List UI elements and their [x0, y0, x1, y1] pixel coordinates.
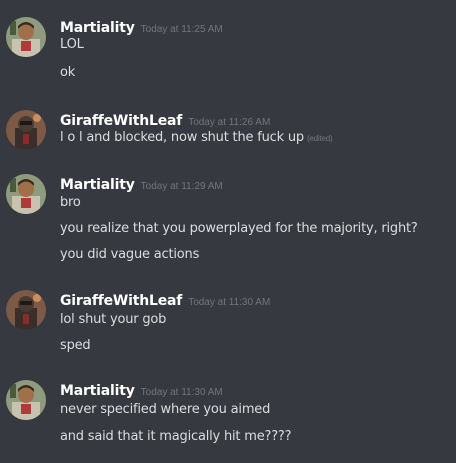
username[interactable]: Martiality: [60, 20, 135, 36]
timestamp[interactable]: Today at 11:29 AM: [141, 181, 223, 192]
giraffewithleaf-avatar-icon: [6, 290, 46, 330]
username[interactable]: Martiality: [60, 383, 135, 399]
timestamp[interactable]: Today at 11:30 AM: [188, 297, 270, 308]
username[interactable]: GiraffeWithLeaf: [60, 113, 182, 129]
user-avatar[interactable]: [6, 290, 46, 330]
user-avatar[interactable]: [6, 110, 46, 150]
user-avatar[interactable]: [6, 174, 46, 214]
message-text: lol shut your gob: [60, 312, 167, 327]
martiality-avatar-icon: [6, 17, 46, 57]
username[interactable]: GiraffeWithLeaf: [60, 293, 182, 309]
giraffewithleaf-avatar-icon: [6, 110, 46, 150]
timestamp[interactable]: Today at 11:25 AM: [141, 24, 223, 35]
username[interactable]: Martiality: [60, 177, 135, 193]
timestamp[interactable]: Today at 11:30 AM: [141, 387, 223, 398]
message-text: LOL: [60, 37, 84, 52]
message-text: never specified where you aimed: [60, 402, 271, 417]
message-content: l o l and blocked, now shut the fuck up: [60, 130, 304, 145]
message-text: and said that it magically hit me????: [60, 429, 292, 444]
martiality-avatar-icon: [6, 174, 46, 214]
message-text: l o l and blocked, now shut the fuck up(…: [60, 130, 333, 145]
user-avatar[interactable]: [6, 380, 46, 420]
message-text: bro: [60, 195, 81, 210]
message-text: ok: [60, 65, 76, 80]
message-text: sped: [60, 338, 91, 353]
user-avatar[interactable]: [6, 17, 46, 57]
timestamp[interactable]: Today at 11:26 AM: [188, 117, 270, 128]
message-header: GiraffeWithLeaf Today at 11:30 AM: [60, 290, 270, 310]
message-header: Martiality Today at 11:30 AM: [60, 380, 223, 400]
martiality-avatar-icon: [6, 380, 46, 420]
message-header: Martiality Today at 11:25 AM: [60, 17, 223, 37]
message-header: GiraffeWithLeaf Today at 11:26 AM: [60, 110, 270, 130]
message-header: Martiality Today at 11:29 AM: [60, 174, 223, 194]
message-text: you did vague actions: [60, 247, 200, 262]
edited-label: (edited): [306, 134, 333, 143]
message-text: you realize that you powerplayed for the…: [60, 221, 418, 236]
